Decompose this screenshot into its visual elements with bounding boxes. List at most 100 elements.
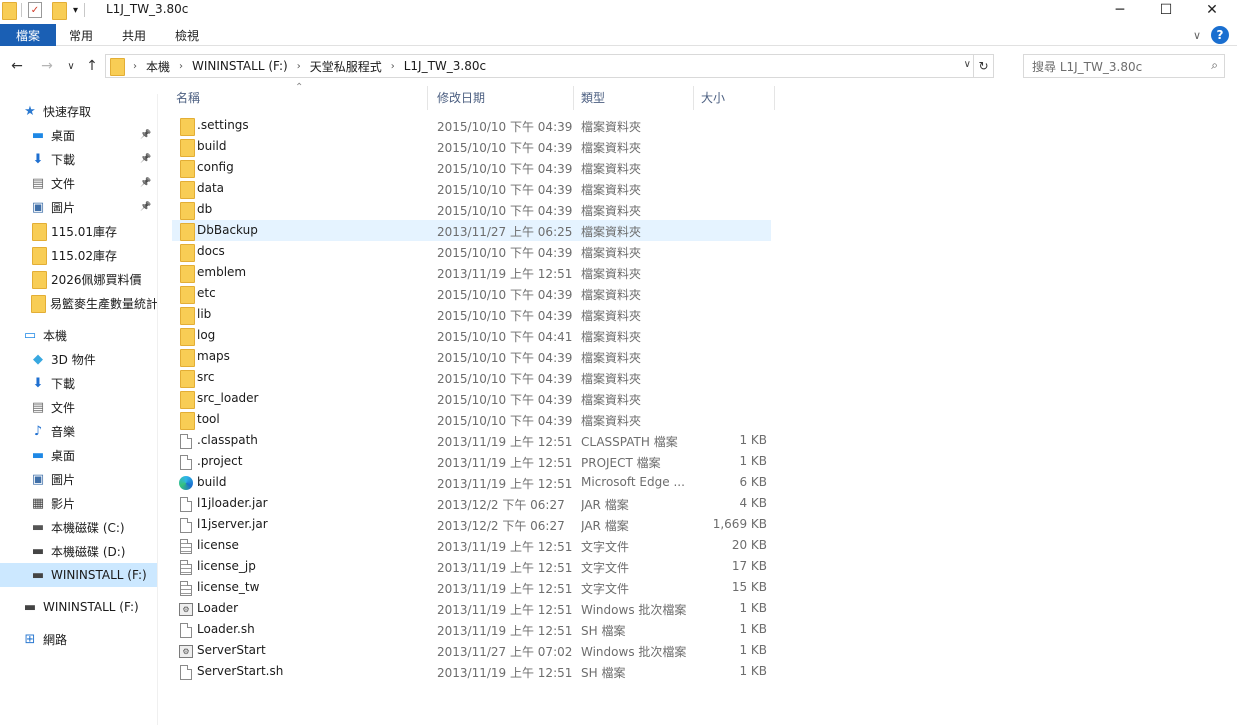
sidebar-item[interactable]: ▬ 桌面 📌	[0, 123, 157, 147]
sidebar-item[interactable]: ⬇ 下載 📌	[0, 147, 157, 171]
column-divider[interactable]	[693, 86, 694, 110]
help-button[interactable]: ?	[1211, 26, 1229, 44]
forward-arrow-icon[interactable]: →	[38, 56, 56, 76]
file-row[interactable]: DbBackup 2013/11/27 上午 06:25 檔案資料夾	[172, 220, 771, 241]
icon-shape	[179, 476, 193, 490]
sidebar-item[interactable]: ▦ 影片	[0, 491, 157, 515]
sidebar-item[interactable]: ▣ 圖片	[0, 467, 157, 491]
file-modified-date: 2015/10/10 下午 04:39	[437, 204, 573, 218]
minimize-button[interactable]: ─	[1097, 0, 1143, 20]
file-row[interactable]: build 2013/11/19 上午 12:51 Microsoft Edge .…	[172, 472, 771, 493]
file-type: 檔案資料夾	[581, 246, 642, 260]
file-row[interactable]: l1jloader.jar 2013/12/2 下午 06:27 JAR 檔案 4 K…	[172, 493, 771, 514]
sidebar-item[interactable]: ▤ 文件	[0, 395, 157, 419]
file-row[interactable]: .project 2013/11/19 上午 12:51 PROJECT 檔案 1 K…	[172, 451, 771, 472]
sidebar-item[interactable]: ♪ 音樂	[0, 419, 157, 443]
sidebar-item[interactable]: ⬇ 下載	[0, 371, 157, 395]
file-row[interactable]: .classpath 2013/11/19 上午 12:51 CLASSPATH 檔…	[172, 430, 771, 451]
icon-shape	[179, 265, 195, 283]
breadcrumb-separator-icon[interactable]: ›	[391, 61, 395, 72]
close-button[interactable]: ✕	[1189, 0, 1235, 20]
file-row[interactable]: etc 2015/10/10 下午 04:39 檔案資料夾	[172, 283, 771, 304]
file-row[interactable]: tool 2015/10/10 下午 04:39 檔案資料夾	[172, 409, 771, 430]
tab-view[interactable]: 檢視	[175, 24, 199, 46]
sidebar-item[interactable]: 115.01庫存	[0, 219, 157, 243]
tab-share[interactable]: 共用	[122, 24, 146, 46]
file-row[interactable]: l1jserver.jar 2013/12/2 下午 06:27 JAR 檔案 1,6…	[172, 514, 771, 535]
sidebar-item[interactable]: ★ 快速存取	[0, 99, 157, 123]
folder-icon[interactable]	[2, 2, 17, 20]
sort-ascending-icon: ⌃	[295, 82, 304, 93]
file-row[interactable]: ⚙ ServerStart 2013/11/27 上午 07:02 Windows 批…	[172, 640, 771, 661]
breadcrumb-current[interactable]: L1J_TW_3.80c	[404, 59, 486, 73]
column-header-type[interactable]: 類型	[581, 84, 605, 110]
file-row[interactable]: license 2013/11/19 上午 12:51 文字文件 20 KB	[172, 535, 771, 556]
search-input[interactable]: 搜尋 L1J_TW_3.80c ⌕	[1023, 54, 1225, 78]
column-header-name[interactable]: 名稱	[176, 84, 200, 110]
file-row[interactable]: log 2015/10/10 下午 04:41 檔案資料夾	[172, 325, 771, 346]
file-row[interactable]: db 2015/10/10 下午 04:39 檔案資料夾	[172, 199, 771, 220]
properties-icon[interactable]: ✓	[28, 2, 42, 18]
tab-home[interactable]: 常用	[69, 24, 93, 46]
sidebar-item-label: WININSTALL (F:)	[43, 600, 139, 614]
file-row[interactable]: config 2015/10/10 下午 04:39 檔案資料夾	[172, 157, 771, 178]
folder-icon	[178, 370, 195, 388]
sidebar-item[interactable]: ▬ 桌面	[0, 443, 157, 467]
sidebar-item[interactable]: ◆ 3D 物件	[0, 347, 157, 371]
file-row[interactable]: maps 2015/10/10 下午 04:39 檔案資料夾	[172, 346, 771, 367]
up-arrow-icon[interactable]: ↑	[83, 56, 101, 76]
file-row[interactable]: docs 2015/10/10 下午 04:39 檔案資料夾	[172, 241, 771, 262]
chevron-down-icon[interactable]: ∨	[1193, 29, 1201, 42]
breadcrumb-this-pc[interactable]: 本機	[146, 58, 170, 75]
icon-shape	[180, 622, 192, 638]
column-divider[interactable]	[427, 86, 428, 110]
sidebar-item[interactable]: ▬ WININSTALL (F:)	[0, 563, 157, 587]
address-dropdown-icon[interactable]: ∨	[964, 59, 971, 70]
file-row[interactable]: src_loader 2015/10/10 下午 04:39 檔案資料夾	[172, 388, 771, 409]
breadcrumb-separator-icon[interactable]: ›	[179, 61, 183, 72]
sidebar-item[interactable]: ▤ 文件 📌	[0, 171, 157, 195]
sidebar-item[interactable]: ⊞ 網路	[0, 627, 157, 651]
customize-toolbar-icon[interactable]: ▾	[73, 5, 78, 16]
file-type: 檔案資料夾	[581, 183, 642, 197]
file-row[interactable]: license_jp 2013/11/19 上午 12:51 文字文件 17 KB	[172, 556, 771, 577]
sidebar-item[interactable]: 易籃麥生產數量統計	[0, 291, 157, 315]
column-divider[interactable]	[573, 86, 574, 110]
column-header-date[interactable]: 修改日期	[437, 84, 485, 110]
file-name: docs	[197, 244, 225, 258]
file-row[interactable]: .settings 2015/10/10 下午 04:39 檔案資料夾	[172, 115, 771, 136]
sidebar-item[interactable]: ▬ 本機磁碟 (D:)	[0, 539, 157, 563]
sidebar-item-label: 本機磁碟 (C:)	[51, 520, 125, 535]
file-row[interactable]: ServerStart.sh 2013/11/19 上午 12:51 SH 檔案 1 …	[172, 661, 771, 682]
file-row[interactable]: data 2015/10/10 下午 04:39 檔案資料夾	[172, 178, 771, 199]
icon-shape	[179, 118, 195, 136]
sidebar-item-label: 圖片	[51, 200, 76, 215]
sidebar-item[interactable]: ▭ 本機	[0, 323, 157, 347]
refresh-icon[interactable]: ↻	[973, 55, 993, 77]
sidebar-item[interactable]: 2026佩娜買料價	[0, 267, 157, 291]
sidebar-item[interactable]: ▬ 本機磁碟 (C:)	[0, 515, 157, 539]
breadcrumb-separator-icon[interactable]: ›	[297, 61, 301, 72]
file-row[interactable]: Loader.sh 2013/11/19 上午 12:51 SH 檔案 1 KB	[172, 619, 771, 640]
file-row[interactable]: ⚙ Loader 2013/11/19 上午 12:51 Windows 批次檔案 1 …	[172, 598, 771, 619]
address-bar[interactable]: › 本機 › WININSTALL (F:) › 天堂私服程式 › L1J_TW…	[105, 54, 994, 78]
sidebar-item[interactable]: 115.02庫存	[0, 243, 157, 267]
sidebar-item[interactable]: ▬ WININSTALL (F:)	[0, 595, 157, 619]
file-row[interactable]: license_tw 2013/11/19 上午 12:51 文字文件 15 KB	[172, 577, 771, 598]
new-folder-icon[interactable]	[52, 2, 67, 20]
back-arrow-icon[interactable]: ←	[8, 56, 26, 76]
file-row[interactable]: src 2015/10/10 下午 04:39 檔案資料夾	[172, 367, 771, 388]
tab-file[interactable]: 檔案	[0, 24, 56, 46]
breadcrumb-folder[interactable]: 天堂私服程式	[310, 58, 382, 75]
maximize-button[interactable]: ☐	[1143, 0, 1189, 20]
column-header-size[interactable]: 大小	[701, 84, 725, 110]
file-row[interactable]: emblem 2013/11/19 上午 12:51 檔案資料夾	[172, 262, 771, 283]
breadcrumb-drive[interactable]: WININSTALL (F:)	[192, 59, 288, 73]
recent-locations-chevron-icon[interactable]: ∨	[62, 56, 80, 76]
column-divider[interactable]	[774, 86, 775, 110]
breadcrumb: › 本機 › WININSTALL (F:) › 天堂私服程式 › L1J_TW…	[133, 58, 486, 75]
breadcrumb-separator-icon[interactable]: ›	[133, 61, 137, 72]
file-row[interactable]: lib 2015/10/10 下午 04:39 檔案資料夾	[172, 304, 771, 325]
sidebar-item[interactable]: ▣ 圖片 📌	[0, 195, 157, 219]
file-row[interactable]: build 2015/10/10 下午 04:39 檔案資料夾	[172, 136, 771, 157]
